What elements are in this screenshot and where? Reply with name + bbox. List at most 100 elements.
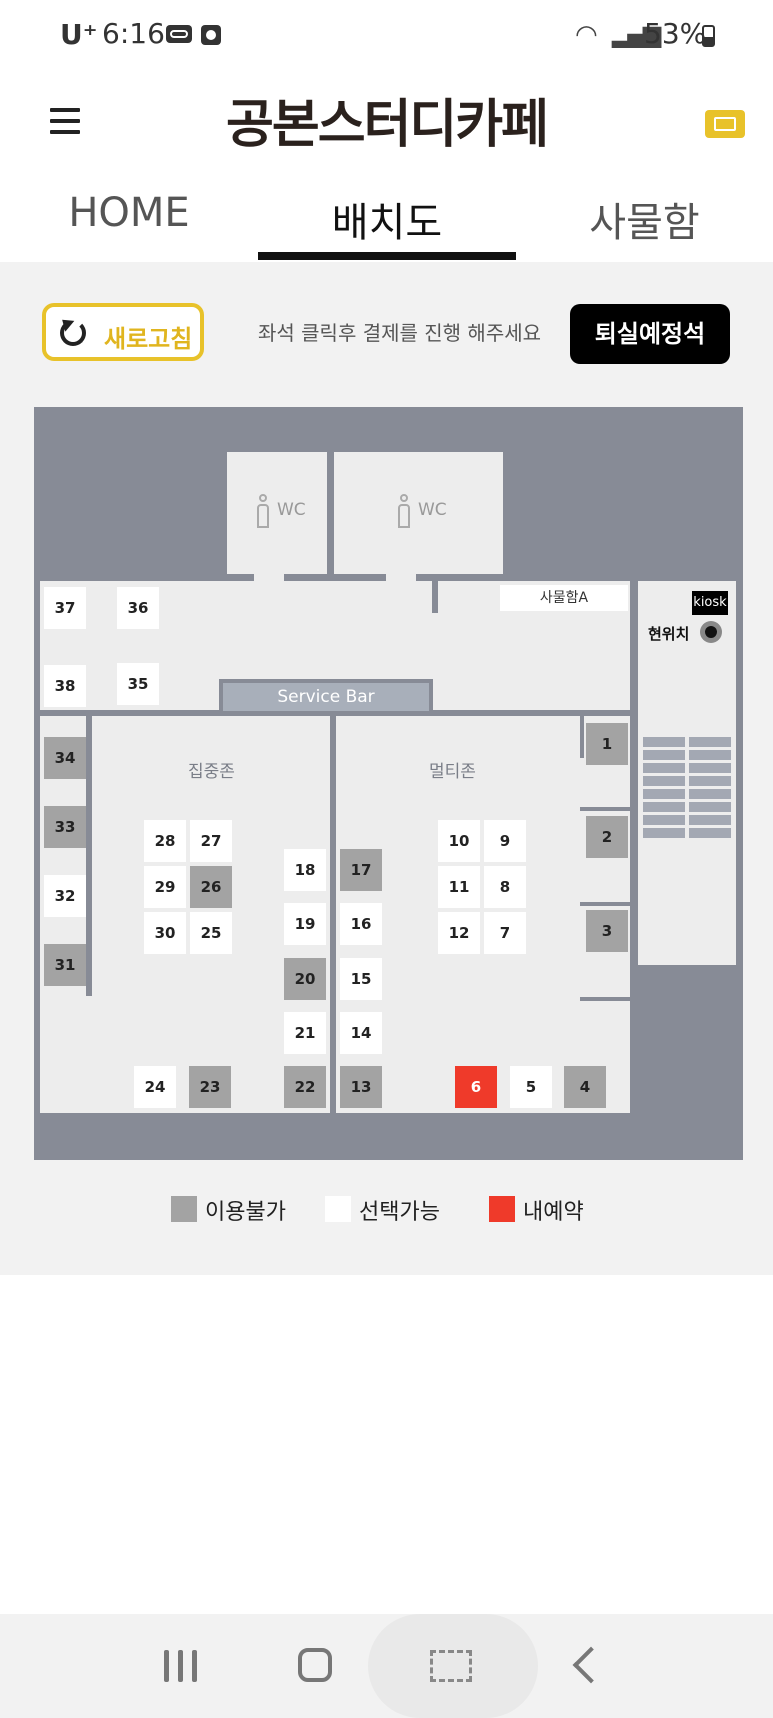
person-icon	[396, 494, 412, 530]
refresh-button[interactable]: 새로고침	[42, 303, 204, 361]
seat-11[interactable]: 11	[438, 866, 480, 908]
locker-block	[643, 737, 685, 747]
seat-16[interactable]: 16	[340, 903, 382, 945]
seat-5[interactable]: 5	[510, 1066, 552, 1108]
locker-block	[689, 750, 731, 760]
zone-label-multi: 멀티존	[429, 762, 476, 782]
locker-block	[643, 750, 685, 760]
seat-2[interactable]: 2	[586, 816, 628, 858]
locker-block	[689, 763, 731, 773]
door	[254, 573, 284, 581]
wifi-icon: ◠	[575, 20, 598, 50]
legend-unavailable: 이용불가	[205, 1200, 286, 1225]
seat-24[interactable]: 24	[134, 1066, 176, 1108]
seat-26[interactable]: 26	[190, 866, 232, 908]
seat-8[interactable]: 8	[484, 866, 526, 908]
home-icon[interactable]	[298, 1648, 332, 1682]
seat-21[interactable]: 21	[284, 1012, 326, 1054]
current-location-label: 현위치	[648, 625, 690, 643]
seat-38[interactable]: 38	[44, 665, 86, 707]
locker-block	[689, 828, 731, 838]
ticket-icon[interactable]	[705, 110, 745, 138]
screen-capture-icon[interactable]	[430, 1650, 472, 1682]
seat-10[interactable]: 10	[438, 820, 480, 862]
seat-25[interactable]: 25	[190, 912, 232, 954]
seat-27[interactable]: 27	[190, 820, 232, 862]
locker-block	[689, 789, 731, 799]
locker-block	[643, 776, 685, 786]
locker-block	[689, 737, 731, 747]
battery-icon	[702, 25, 715, 47]
seat-4[interactable]: 4	[564, 1066, 606, 1108]
seat-12[interactable]: 12	[438, 912, 480, 954]
seat-9[interactable]: 9	[484, 820, 526, 862]
guide-text: 좌석 클릭후 결제를 진행 해주세요	[258, 321, 542, 345]
seat-34[interactable]: 34	[44, 737, 86, 779]
wall	[630, 581, 638, 1113]
seat-32[interactable]: 32	[44, 875, 86, 917]
restroom-women: WC	[334, 452, 503, 574]
wc-label: WC	[277, 500, 306, 520]
floor-map: WC WC Service Bar 사물함A kiosk 현위치 집중존 멀티존	[34, 407, 743, 1160]
seat-29[interactable]: 29	[144, 866, 186, 908]
seat-14[interactable]: 14	[340, 1012, 382, 1054]
service-bar: Service Bar	[219, 679, 433, 715]
wall	[330, 716, 336, 1113]
legend-swatch-mine	[489, 1196, 515, 1222]
wall	[432, 581, 438, 613]
tab-locker[interactable]: 사물함	[516, 190, 773, 262]
voicemail-icon	[166, 25, 192, 43]
seat-1[interactable]: 1	[586, 723, 628, 765]
door	[386, 573, 416, 581]
refresh-label: 새로고침	[104, 325, 193, 353]
seat-28[interactable]: 28	[144, 820, 186, 862]
recent-apps-icon[interactable]	[164, 1650, 198, 1682]
seat-23[interactable]: 23	[189, 1066, 231, 1108]
kiosk-label: kiosk	[692, 591, 728, 615]
seat-7[interactable]: 7	[484, 912, 526, 954]
wall	[580, 902, 630, 906]
seat-22[interactable]: 22	[284, 1066, 326, 1108]
legend-available: 선택가능	[359, 1200, 440, 1225]
seat-6[interactable]: 6	[455, 1066, 497, 1108]
person-icon	[255, 494, 271, 530]
seat-17[interactable]: 17	[340, 849, 382, 891]
current-location-icon	[700, 621, 722, 643]
locker-block	[643, 815, 685, 825]
status-bar: U⁺ 6:16 ◠ ▂▄▆ 53%	[0, 0, 773, 70]
locker-block	[689, 776, 731, 786]
seat-30[interactable]: 30	[144, 912, 186, 954]
legend-swatch-unavailable	[171, 1196, 197, 1222]
locker-block	[643, 802, 685, 812]
seat-35[interactable]: 35	[117, 663, 159, 705]
seat-legend: 이용불가 선택가능 내예약	[0, 1194, 773, 1225]
active-tab-indicator	[258, 252, 516, 260]
seat-36[interactable]: 36	[117, 587, 159, 629]
seat-20[interactable]: 20	[284, 958, 326, 1000]
seat-19[interactable]: 19	[284, 903, 326, 945]
legend-swatch-available	[325, 1196, 351, 1222]
legend-mine: 내예약	[523, 1200, 584, 1225]
seat-31[interactable]: 31	[44, 944, 86, 986]
locker-block	[643, 763, 685, 773]
wall	[86, 716, 92, 996]
seat-18[interactable]: 18	[284, 849, 326, 891]
locker-block	[689, 802, 731, 812]
clock: 6:16	[102, 17, 165, 50]
tab-home[interactable]: HOME	[0, 190, 258, 262]
seat-15[interactable]: 15	[340, 958, 382, 1000]
seat-37[interactable]: 37	[44, 587, 86, 629]
locker-block	[689, 815, 731, 825]
seat-13[interactable]: 13	[340, 1066, 382, 1108]
seat-33[interactable]: 33	[44, 806, 86, 848]
zone-label-focus: 집중존	[188, 762, 235, 782]
locker-block	[643, 828, 685, 838]
wall	[580, 997, 630, 1001]
wall	[580, 716, 584, 758]
carrier-label: U⁺	[60, 18, 98, 51]
locker-area-label: 사물함A	[500, 585, 628, 611]
leave-scheduled-button[interactable]: 퇴실예정석	[570, 304, 730, 364]
battery-percent: 53%	[644, 17, 707, 50]
app-title: 공본스터디카페	[226, 95, 549, 155]
seat-3[interactable]: 3	[586, 910, 628, 952]
